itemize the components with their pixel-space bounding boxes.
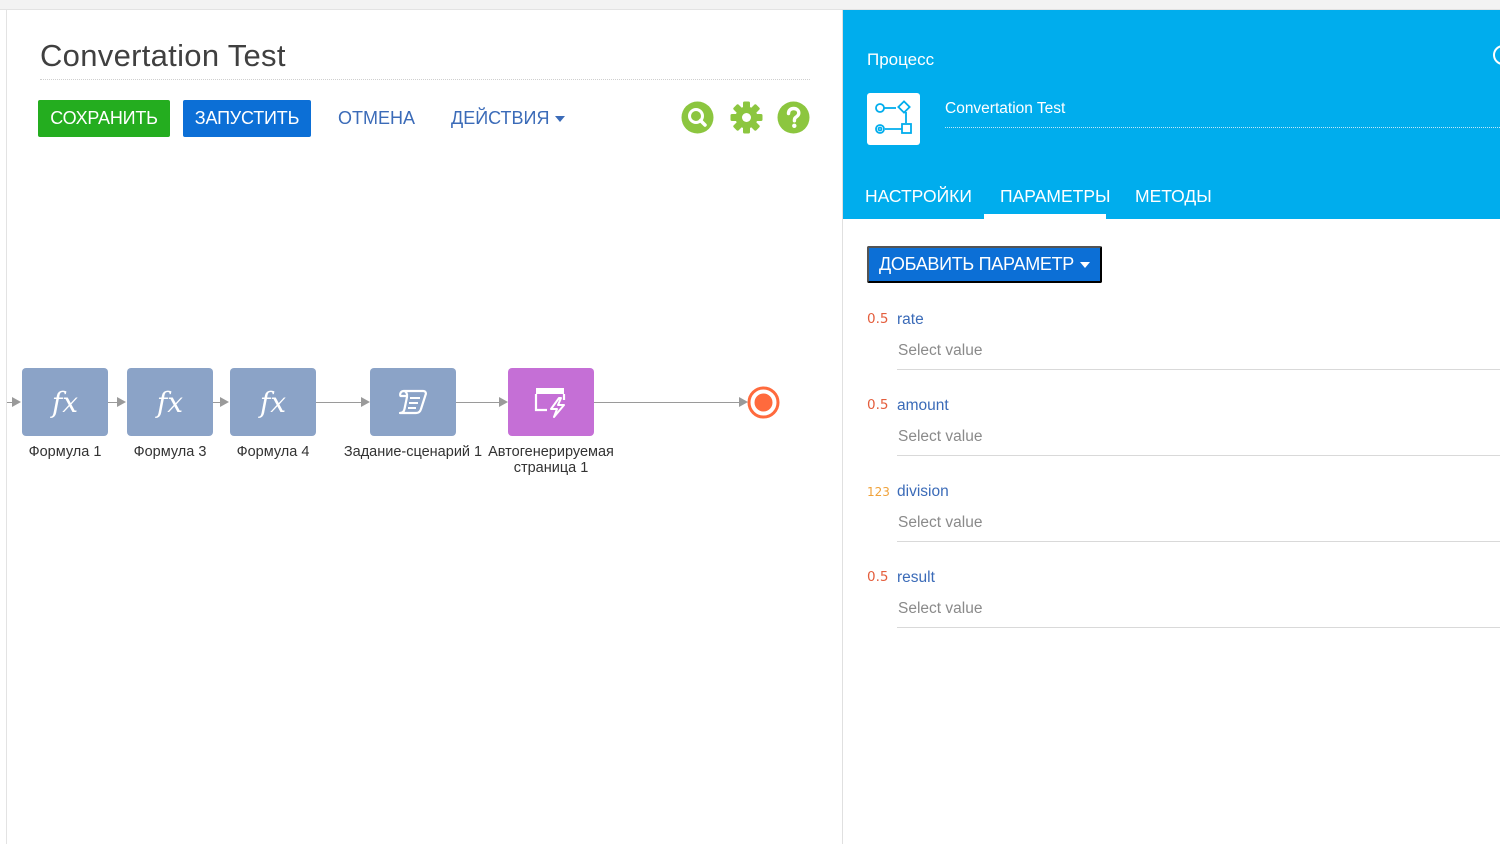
help-icon[interactable]: [777, 101, 810, 134]
process-diagram-icon: [867, 93, 920, 145]
parameter-name[interactable]: rate: [897, 311, 924, 329]
search-icon[interactable]: [681, 101, 714, 134]
parameter-item: 0.5 rate Select value: [0, 311, 1500, 391]
parameter-name[interactable]: result: [897, 569, 935, 587]
type-decimal-icon: 0.5: [867, 397, 889, 413]
add-parameter-label: ДОБАВИТЬ ПАРАМЕТР: [878, 254, 1075, 274]
chevron-down-icon: [1080, 261, 1091, 268]
parameter-item: 0.5 result Select value: [0, 569, 1500, 649]
parameter-underline: [897, 369, 1500, 370]
parameter-value-input[interactable]: Select value: [898, 514, 982, 532]
panel-section-label: Процесс: [867, 50, 935, 69]
type-decimal-icon: 0.5: [867, 311, 889, 327]
parameter-value-input[interactable]: Select value: [898, 428, 982, 446]
parameter-underline: [897, 627, 1500, 628]
cancel-link[interactable]: ОТМЕНА: [338, 108, 415, 129]
parameter-underline: [897, 455, 1500, 456]
active-tab-indicator: [984, 214, 1106, 219]
browser-top-strip: [0, 0, 1500, 10]
parameter-name[interactable]: division: [897, 483, 949, 501]
parameter-item: 123 division Select value: [0, 483, 1500, 563]
parameter-value-input[interactable]: Select value: [898, 600, 982, 618]
type-integer-icon: 123: [867, 485, 890, 499]
run-button[interactable]: ЗАПУСТИТЬ: [183, 100, 311, 137]
title-divider: [40, 79, 810, 80]
chevron-down-icon: [555, 116, 566, 123]
process-name-underline: [945, 127, 1500, 128]
tab-methods[interactable]: МЕТОДЫ: [1135, 186, 1212, 207]
save-button[interactable]: СОХРАНИТЬ: [38, 100, 170, 137]
tab-parameters[interactable]: ПАРАМЕТРЫ: [1000, 186, 1111, 207]
gear-icon[interactable]: [730, 101, 763, 134]
parameter-value-input[interactable]: Select value: [898, 342, 982, 360]
tab-settings[interactable]: НАСТРОЙКИ: [865, 186, 972, 207]
actions-menu-label: ДЕЙСТВИЯ: [451, 108, 550, 128]
add-parameter-button[interactable]: ДОБАВИТЬ ПАРАМЕТР: [867, 246, 1102, 283]
parameter-item: 0.5 amount Select value: [0, 397, 1500, 477]
process-name-field[interactable]: Convertation Test: [945, 100, 1065, 118]
page-title: Convertation Test: [40, 38, 286, 73]
type-decimal-icon: 0.5: [867, 569, 889, 585]
actions-menu[interactable]: ДЕЙСТВИЯ: [451, 108, 566, 129]
parameter-name[interactable]: amount: [897, 397, 949, 415]
parameter-underline: [897, 541, 1500, 542]
